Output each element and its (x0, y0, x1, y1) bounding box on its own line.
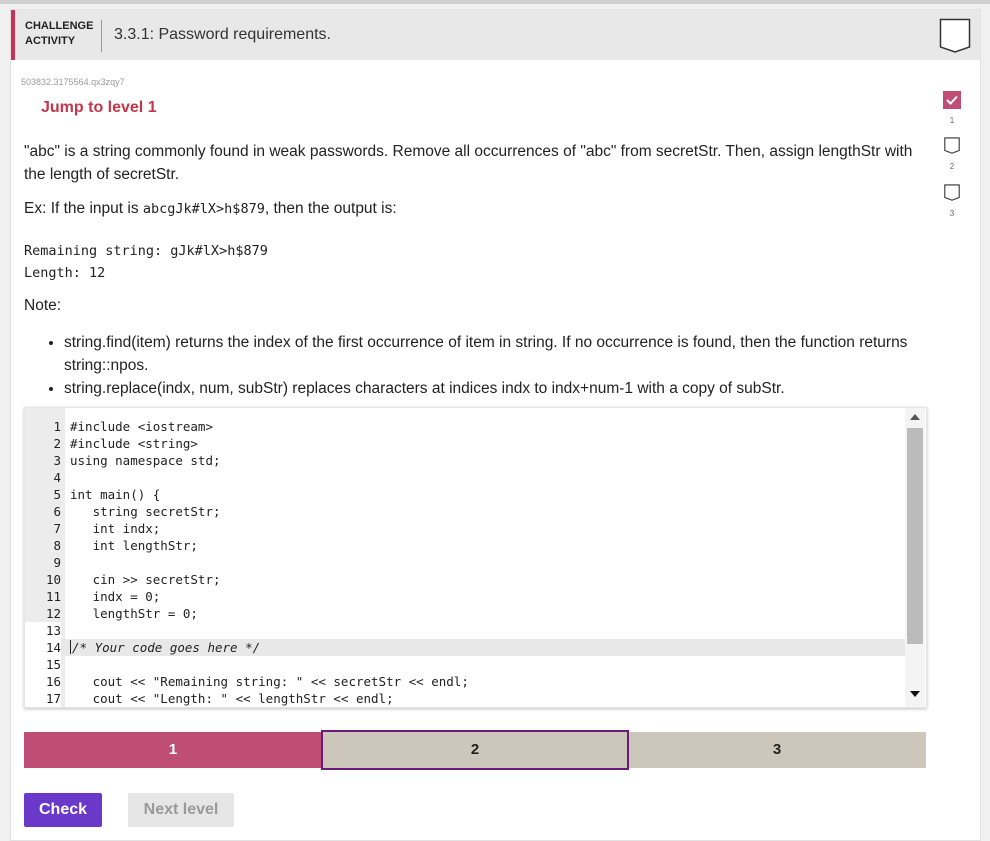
header-accent-bar (11, 10, 15, 60)
line-number: 3 (53, 453, 61, 468)
code-text: int indx; (70, 521, 161, 536)
code-lines: 1 #include <iostream> 2 #include <string> … (25, 418, 905, 707)
example-output: Remaining string: gJk#lX>h$879 Length: 1… (24, 240, 268, 284)
header-divider (101, 20, 102, 52)
challenge-card: CHALLENGE ACTIVITY 3.3.1: Password requi… (10, 9, 981, 841)
code-line[interactable]: 16 cout << "Remaining string: " << secre… (25, 673, 905, 690)
text-cursor (70, 640, 71, 654)
example-input: abcgJk#lX>h$879 (142, 201, 265, 217)
code-text: int lengthStr; (70, 538, 198, 553)
level-2-segment-current[interactable]: 2 (321, 730, 629, 770)
code-text: cout << "Length: " << lengthStr << endl; (70, 691, 394, 706)
level-3-number: 3 (949, 209, 955, 218)
line-number: 16 (25, 673, 61, 690)
line-number: 13 (25, 622, 61, 639)
activity-type-line2: ACTIVITY (25, 35, 76, 47)
code-comment: /* Your code goes here */ (72, 640, 261, 655)
code-text: cin >> secretStr; (70, 572, 221, 587)
line-number: 17 (25, 690, 61, 707)
code-text: lengthStr = 0; (70, 606, 198, 621)
editor-scrollbar[interactable] (905, 408, 925, 707)
line-number: 2 (53, 436, 61, 451)
note-list: string.find(item) returns the index of t… (24, 331, 944, 400)
level-progress-bar: 1 3 2 (24, 730, 926, 770)
level-1-status[interactable]: 1 (942, 91, 962, 125)
top-border (0, 0, 990, 4)
line-number: 10 (45, 572, 61, 587)
level-1-segment[interactable]: 1 (24, 732, 322, 768)
activity-type-label: CHALLENGE ACTIVITY (25, 19, 93, 49)
empty-level-box-icon (944, 184, 960, 201)
activity-type-line1: CHALLENGE (25, 20, 94, 32)
activity-id: 503832.3175564.qx3zqy7 (21, 77, 125, 87)
example-suffix: , then the output is: (264, 200, 397, 217)
code-line[interactable]: 9 (25, 554, 905, 571)
activity-title: 3.3.1: Password requirements. (114, 26, 331, 43)
line-number: 15 (25, 656, 61, 673)
instruction-paragraph: "abc" is a string commonly found in weak… (24, 143, 913, 183)
jump-to-level-link[interactable]: Jump to level 1 (41, 99, 157, 117)
level-2-status[interactable]: 2 (942, 137, 962, 171)
line-number: 7 (53, 521, 61, 536)
level-1-number: 1 (949, 116, 955, 125)
line-number: 5 (53, 487, 61, 502)
output-line-1: Remaining string: gJk#lX>h$879 (24, 243, 268, 259)
code-line[interactable]: 7 int indx; (25, 520, 905, 537)
code-line[interactable]: 8 int lengthStr; (25, 537, 905, 554)
code-text: #include <string> (70, 436, 198, 451)
line-number: 8 (53, 538, 61, 553)
code-line[interactable]: 1 #include <iostream> (25, 418, 905, 435)
scrollbar-thumb[interactable] (907, 428, 923, 644)
line-number: 1 (53, 419, 61, 434)
code-line[interactable]: 13 (25, 622, 905, 639)
note-item-replace: string.replace(indx, num, subStr) replac… (64, 377, 944, 400)
code-text: int main() { (70, 487, 161, 502)
line-number: 6 (53, 504, 61, 519)
level-3-segment[interactable]: 3 (628, 732, 926, 768)
code-line[interactable]: 15 (25, 656, 905, 673)
code-line[interactable]: 12 lengthStr = 0; (25, 605, 905, 622)
code-editor[interactable]: 1 #include <iostream> 2 #include <string> … (24, 407, 927, 708)
code-line[interactable]: 10 cin >> secretStr; (25, 571, 905, 588)
code-text: cout << "Remaining string: " << secretSt… (70, 674, 469, 689)
code-text: indx = 0; (70, 589, 161, 604)
code-text-with-cursor[interactable]: /* Your code goes here */ (70, 639, 260, 656)
code-line[interactable]: 6 string secretStr; (25, 503, 905, 520)
code-line[interactable]: 5 int main() { (25, 486, 905, 503)
code-line-active[interactable]: 14 /* Your code goes here */ (25, 639, 905, 656)
line-number: 14 (25, 639, 61, 656)
empty-level-box-icon (944, 137, 960, 154)
activity-header: CHALLENGE ACTIVITY 3.3.1: Password requi… (11, 10, 980, 60)
scroll-down-arrow-icon[interactable] (910, 691, 920, 697)
code-text: #include <iostream> (70, 419, 213, 434)
checkmark-icon (943, 91, 961, 109)
level-2-number: 2 (949, 162, 955, 171)
scroll-up-arrow-icon[interactable] (910, 414, 920, 420)
output-line-2: Length: 12 (24, 265, 106, 281)
code-text: using namespace std; (70, 453, 221, 468)
line-number: 9 (53, 555, 61, 570)
line-number: 11 (45, 589, 61, 604)
bookmark-icon[interactable] (939, 18, 971, 54)
code-line[interactable]: 4 (25, 469, 905, 486)
code-line[interactable]: 2 #include <string> (25, 435, 905, 452)
code-text: string secretStr; (70, 504, 221, 519)
code-line[interactable]: 17 cout << "Length: " << lengthStr << en… (25, 690, 905, 707)
code-line[interactable]: 3 using namespace std; (25, 452, 905, 469)
example-line: Ex: If the input is abcgJk#lX>h$879, the… (24, 197, 397, 221)
code-line[interactable]: 11 indx = 0; (25, 588, 905, 605)
example-prefix: Ex: If the input is (24, 200, 143, 217)
line-number: 12 (45, 606, 61, 621)
line-number: 4 (53, 470, 61, 485)
level-3-status[interactable]: 3 (942, 184, 962, 218)
note-label: Note: (24, 297, 62, 314)
note-item-find: string.find(item) returns the index of t… (64, 331, 944, 377)
